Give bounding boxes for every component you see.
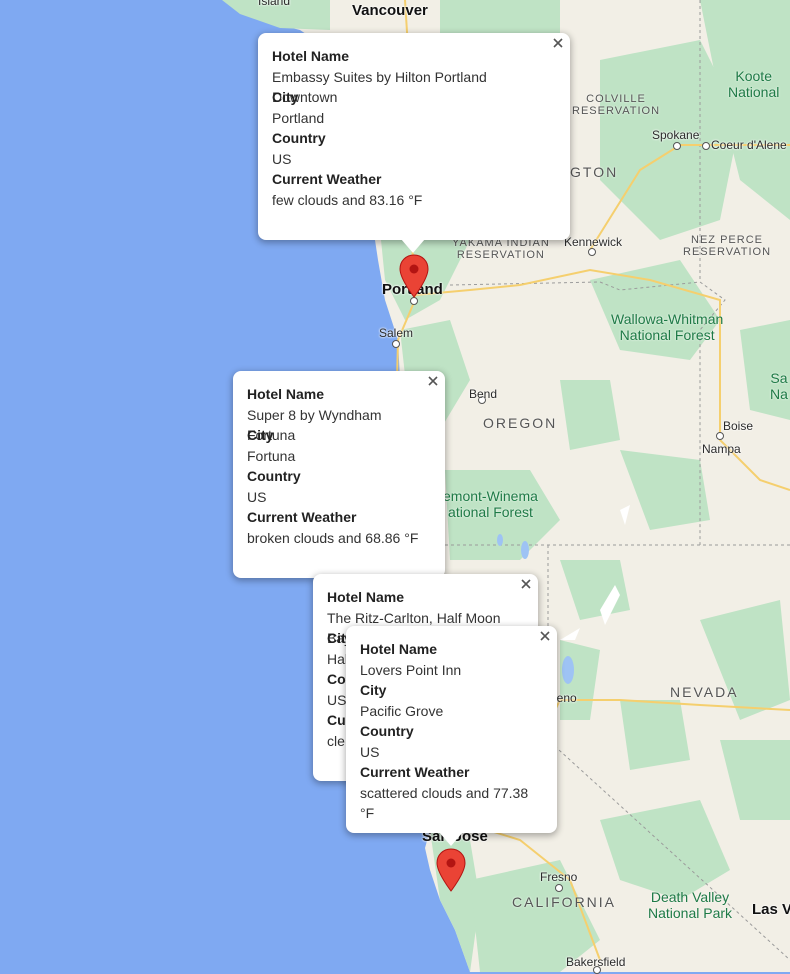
park-label-wallowa-whitman: Wallowa-Whitman National Forest bbox=[611, 311, 724, 343]
state-label-oregon: OREGON bbox=[483, 415, 558, 431]
place-label-coeur-dalene: Coeur d'Alene bbox=[711, 138, 787, 152]
city-value: Fortuna bbox=[247, 447, 296, 464]
city-dot-fresno bbox=[555, 884, 563, 892]
region-label-yakama: YAKAMA INDIAN RESERVATION bbox=[452, 237, 550, 261]
place-label-vancouver: Vancouver bbox=[352, 2, 428, 19]
city-dot-bakersfield bbox=[593, 966, 601, 974]
park-label-death-valley: Death Valley National Park bbox=[648, 889, 733, 921]
weather-value: scattered clouds and 77.38 °F bbox=[360, 784, 529, 821]
close-icon[interactable] bbox=[425, 373, 441, 389]
city-label: City bbox=[360, 682, 387, 698]
info-window-tail bbox=[401, 239, 425, 253]
weather-label: Current Weather bbox=[247, 509, 357, 525]
hotel-name-value: The Ritz-Carlton, Half Moon Bay bbox=[327, 609, 501, 646]
city-dot-coeur-dalene bbox=[702, 142, 710, 150]
country-label: Country bbox=[360, 723, 414, 739]
marker-portland[interactable] bbox=[399, 254, 429, 298]
weather-value: broken clouds and 68.86 °F bbox=[247, 529, 419, 546]
country-label: Country bbox=[247, 468, 301, 484]
city-dot-portland bbox=[410, 297, 418, 305]
place-label-island: Island bbox=[258, 0, 291, 8]
place-label-las-vegas: Las Ve bbox=[752, 901, 790, 918]
state-label-california: CALIFORNIA bbox=[512, 894, 617, 910]
hotel-name-value: Lovers Point Inn bbox=[360, 661, 462, 678]
state-label-washington: GTON bbox=[570, 164, 619, 180]
place-label-kennewick: Kennewick bbox=[564, 235, 623, 249]
close-icon[interactable] bbox=[518, 576, 534, 592]
place-label-fresno: Fresno bbox=[540, 870, 578, 884]
info-window-pacific-grove: Hotel Name Lovers Point Inn City Pacific… bbox=[346, 626, 557, 846]
country-label: Country bbox=[272, 130, 326, 146]
hotel-name-label: Hotel Name bbox=[327, 589, 405, 605]
hotel-name-value: Super 8 by Wyndham Fortuna bbox=[247, 406, 382, 443]
country-value: US bbox=[247, 488, 267, 505]
city-dot-spokane bbox=[673, 142, 681, 150]
info-window-fortuna: Hotel Name Super 8 by Wyndham Fortuna Ci… bbox=[233, 371, 445, 578]
close-icon[interactable] bbox=[537, 628, 553, 644]
park-label-kootenai: Koote National bbox=[728, 68, 780, 100]
close-icon[interactable] bbox=[550, 35, 566, 51]
place-label-bend: Bend bbox=[469, 387, 498, 401]
place-label-nampa: Nampa bbox=[702, 442, 741, 456]
weather-label: Current Weather bbox=[272, 171, 382, 187]
country-value: US bbox=[360, 743, 380, 760]
hotel-name-label: Hotel Name bbox=[272, 48, 350, 64]
weather-value: few clouds and 83.16 °F bbox=[272, 191, 423, 208]
hotel-name-label: Hotel Name bbox=[247, 386, 325, 402]
marker-pacific-grove[interactable] bbox=[436, 848, 466, 892]
weather-label: Current Weather bbox=[360, 764, 470, 780]
place-label-boise: Boise bbox=[723, 419, 754, 433]
place-label-spokane: Spokane bbox=[652, 128, 700, 142]
state-label-nevada: NEVADA bbox=[670, 684, 739, 700]
city-value: Portland bbox=[272, 109, 325, 126]
hotel-name-label: Hotel Name bbox=[360, 641, 438, 657]
city-dot-boise bbox=[716, 432, 724, 440]
city-value: Pacific Grove bbox=[360, 702, 444, 719]
park-label-sawtooth: Sa Na bbox=[770, 370, 788, 402]
country-value: US bbox=[272, 150, 292, 167]
region-label-colville: COLVILLE RESERVATION bbox=[572, 93, 661, 117]
hotel-name-value: Embassy Suites by Hilton Portland Downto… bbox=[272, 68, 487, 105]
city-dot-kennewick bbox=[588, 248, 596, 256]
info-window-tail bbox=[439, 832, 463, 846]
city-dot-salem bbox=[392, 340, 400, 348]
info-window-portland: Hotel Name Embassy Suites by Hilton Port… bbox=[258, 33, 570, 253]
park-label-fremont-winema: emont-Winema ational Forest bbox=[443, 488, 538, 520]
place-label-salem: Salem bbox=[379, 326, 414, 340]
region-label-nez-perce: NEZ PERCE RESERVATION bbox=[683, 234, 772, 258]
